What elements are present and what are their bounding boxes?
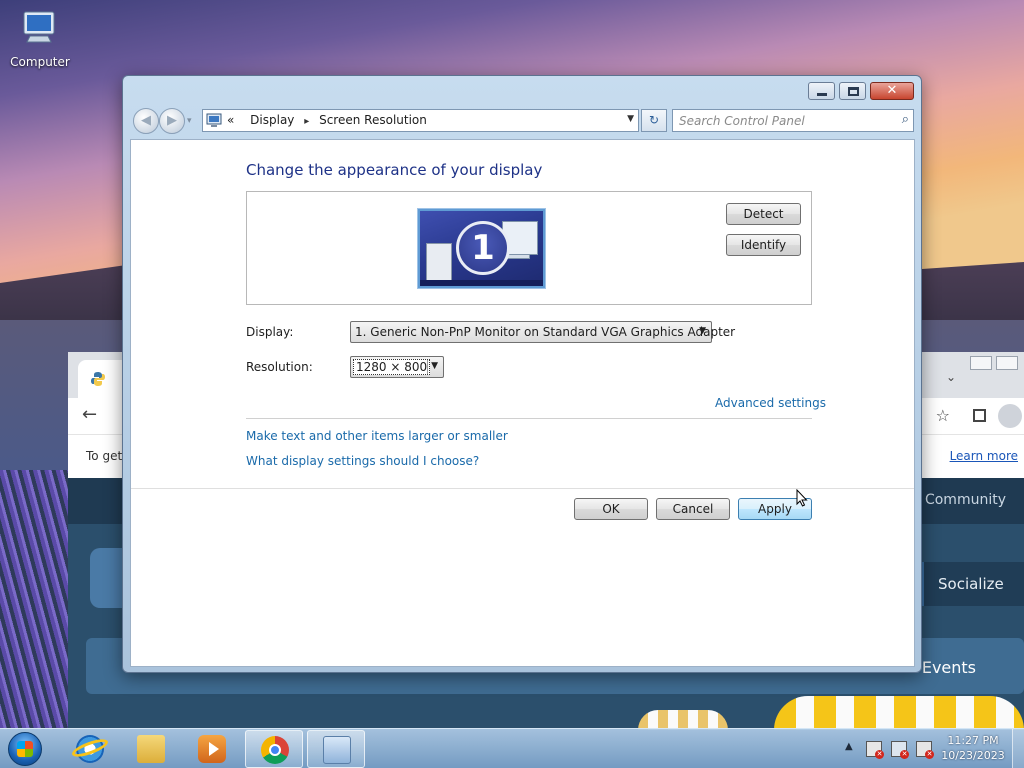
wallpaper-flowers: [0, 470, 70, 730]
display-help-link[interactable]: What display settings should I choose?: [246, 454, 479, 468]
screen-resolution-window[interactable]: ✕ ◀ ▶ ▾ « Display ▸ Screen Resolution ▼ …: [122, 75, 922, 673]
breadcrumb-overflow-icon[interactable]: «: [227, 113, 234, 127]
resolution-label: Resolution:: [246, 360, 313, 374]
bookmark-star-icon[interactable]: ☆: [936, 406, 950, 425]
computer-icon: [23, 11, 55, 43]
infobar-text: To get: [86, 449, 123, 463]
socialize-button[interactable]: Socialize: [924, 562, 1024, 606]
taskbar-chrome[interactable]: [245, 730, 303, 768]
play-icon: [209, 742, 219, 756]
thumbnail-taskbar: [420, 280, 543, 286]
action-center-flag-icon[interactable]: ✕: [866, 741, 884, 759]
back-arrow-icon: ◀: [141, 113, 151, 128]
monitor-1-thumbnail[interactable]: 1: [418, 209, 545, 288]
recent-pages-chevron-icon[interactable]: ▾: [187, 116, 192, 126]
search-box: ⌕: [672, 109, 914, 132]
minimize-button[interactable]: [808, 82, 835, 100]
taskbar: ▲ ✕ ✕ ✕ 11:27 PM 10/23/2023: [0, 728, 1024, 768]
windows-logo-icon: [17, 741, 33, 757]
minimize-icon: [817, 93, 827, 96]
address-bar[interactable]: « Display ▸ Screen Resolution ▼: [202, 109, 639, 132]
display-select[interactable]: 1. Generic Non-PnP Monitor on Standard V…: [350, 321, 735, 343]
monitor-arrangement-area: 1 Detect Identify: [246, 191, 812, 305]
show-desktop-button[interactable]: [1012, 729, 1024, 768]
taskbar-internet-explorer[interactable]: [61, 730, 119, 768]
browser-minimize-button[interactable]: [970, 356, 992, 370]
forward-button[interactable]: ▶: [159, 108, 185, 134]
advanced-settings-link[interactable]: Advanced settings: [715, 396, 826, 410]
python-favicon-icon: [91, 372, 105, 386]
back-arrow-icon[interactable]: ←: [82, 404, 97, 425]
browser-restore-button[interactable]: [996, 356, 1018, 370]
display-label: Display:: [246, 325, 294, 339]
refresh-icon: ↻: [648, 113, 660, 127]
events-link[interactable]: Events: [922, 658, 976, 677]
network-icon[interactable]: ✕: [891, 741, 909, 759]
close-button[interactable]: ✕: [870, 82, 914, 100]
control-panel-icon: [323, 736, 351, 764]
ok-button[interactable]: OK: [574, 498, 648, 520]
umbrella-image-large: [774, 696, 1024, 730]
identify-button[interactable]: Identify: [726, 234, 801, 256]
taskbar-file-explorer[interactable]: [122, 730, 180, 768]
mouse-cursor-icon: [796, 489, 808, 507]
resolution-select-value: 1280 × 800: [353, 359, 431, 375]
maximize-icon: [848, 87, 859, 96]
monitor-number-badge: 1: [456, 221, 510, 275]
folder-icon: [137, 735, 165, 763]
thumbnail-window-icon: [426, 243, 452, 281]
desktop-icon-label: Computer: [10, 55, 70, 69]
show-hidden-icons-icon[interactable]: ▲: [845, 741, 853, 752]
window-controls: ✕: [804, 82, 914, 102]
chevron-down-icon: ▼: [431, 361, 438, 371]
browser-window-controls: [966, 356, 1018, 373]
breadcrumb-display[interactable]: Display: [250, 113, 294, 127]
address-dropdown-icon[interactable]: ▼: [627, 114, 634, 124]
combo-separator: [427, 360, 428, 374]
nav-community-link[interactable]: Community: [925, 492, 1006, 508]
navigation-bar: ◀ ▶ ▾ « Display ▸ Screen Resolution ▼ ↻ …: [131, 107, 915, 135]
section-divider: [246, 418, 812, 419]
detect-button[interactable]: Detect: [726, 203, 801, 225]
volume-icon[interactable]: ✕: [916, 741, 934, 759]
desktop-icon-computer[interactable]: Computer: [8, 8, 72, 69]
profile-avatar-icon[interactable]: [998, 404, 1022, 428]
control-panel-icon: [206, 113, 222, 127]
close-icon: ✕: [886, 83, 898, 98]
resolution-select[interactable]: 1280 × 800 ▼: [350, 356, 444, 378]
clock-time: 11:27 PM: [947, 734, 999, 747]
search-input[interactable]: [679, 112, 879, 129]
system-clock[interactable]: 11:27 PM 10/23/2023: [940, 733, 1006, 763]
taskbar-control-panel[interactable]: [307, 730, 365, 768]
taskbar-media-player[interactable]: [183, 730, 241, 768]
content-pane: Change the appearance of your display 1 …: [130, 139, 915, 667]
search-icon[interactable]: ⌕: [902, 112, 909, 127]
cancel-button[interactable]: Cancel: [656, 498, 730, 520]
display-select-value: 1. Generic Non-PnP Monitor on Standard V…: [355, 325, 736, 339]
learn-more-link[interactable]: Learn more: [950, 449, 1018, 463]
start-button[interactable]: [4, 730, 48, 768]
side-panel-icon[interactable]: [973, 409, 986, 422]
chevron-down-icon[interactable]: ⌄: [946, 370, 956, 384]
page-title: Change the appearance of your display: [246, 161, 543, 179]
breadcrumb-separator-icon[interactable]: ▸: [304, 116, 309, 127]
breadcrumb-screen-resolution[interactable]: Screen Resolution: [319, 113, 427, 127]
text-size-link[interactable]: Make text and other items larger or smal…: [246, 429, 508, 443]
socialize-label: Socialize: [938, 575, 1004, 593]
forward-arrow-icon: ▶: [167, 113, 177, 128]
maximize-button[interactable]: [839, 82, 866, 100]
clock-date: 10/23/2023: [941, 749, 1005, 762]
chevron-down-icon: ▼: [699, 326, 706, 336]
chrome-center-icon: [269, 744, 281, 756]
back-button[interactable]: ◀: [133, 108, 159, 134]
refresh-button[interactable]: ↻: [641, 109, 667, 132]
umbrella-image: [638, 710, 728, 730]
breadcrumb: « Display ▸ Screen Resolution: [227, 113, 427, 127]
